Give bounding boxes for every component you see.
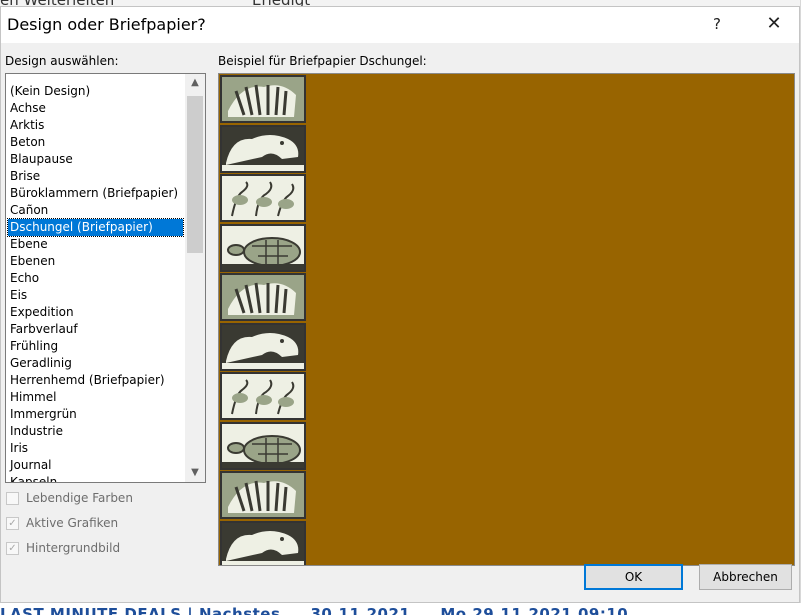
- help-button[interactable]: ?: [701, 7, 733, 43]
- design-list-item[interactable]: Cañon: [8, 202, 183, 219]
- turtle-tile-icon: [220, 223, 306, 272]
- design-list-item[interactable]: Dschungel (Briefpapier): [7, 218, 184, 237]
- hippo-tile-icon: [220, 520, 306, 565]
- scroll-down-arrow-icon[interactable]: ▼: [185, 464, 205, 482]
- zebra-tile-icon: [220, 273, 306, 321]
- design-listbox[interactable]: (Kein Design) Achse Arktis Beton Blaupause Br…: [5, 73, 206, 483]
- hippo-tile-icon: [220, 322, 306, 371]
- dialog-title: Design oder Briefpapier?: [7, 15, 206, 34]
- design-list-item[interactable]: Blaupause: [8, 151, 183, 168]
- design-list-item[interactable]: Herrenhemd (Briefpapier): [8, 372, 183, 389]
- lebendige-farben-box[interactable]: [6, 492, 19, 505]
- scroll-up-arrow-icon[interactable]: ▲: [185, 74, 205, 92]
- ok-button[interactable]: OK: [584, 564, 683, 590]
- jungle-border-strip: [220, 75, 306, 565]
- design-list-item[interactable]: Beton: [8, 134, 183, 151]
- design-list-item[interactable]: Iris: [8, 440, 183, 457]
- cancel-button[interactable]: Abbrechen: [699, 564, 792, 590]
- design-list-item[interactable]: Kapseln: [8, 474, 183, 482]
- design-list-item[interactable]: Immergrün: [8, 406, 183, 423]
- design-list-item[interactable]: Arktis: [8, 117, 183, 134]
- design-list-item[interactable]: Journal: [8, 457, 183, 474]
- design-list-item[interactable]: (Kein Design): [8, 83, 183, 100]
- design-list-label: Design auswählen:: [5, 54, 119, 68]
- design-list-item[interactable]: Eis: [8, 287, 183, 304]
- design-list-item[interactable]: Büroklammern (Briefpapier): [8, 185, 183, 202]
- design-list-item[interactable]: Brise: [8, 168, 183, 185]
- aktive-grafiken-label: Aktive Grafiken: [26, 516, 119, 530]
- design-list-item[interactable]: Geradlinig: [8, 355, 183, 372]
- close-icon: ✕: [766, 13, 782, 34]
- design-list-item[interactable]: Expedition: [8, 304, 183, 321]
- scrollbar-thumb[interactable]: [187, 96, 203, 253]
- help-icon: ?: [713, 15, 721, 33]
- background-mail-list: LAST MINUTE DEALS | Nachstes ... 30.11.2…: [0, 603, 811, 615]
- zebra-tile-icon: [220, 75, 306, 123]
- design-list-item[interactable]: Achse: [8, 100, 183, 117]
- background-mail-subject: LAST MINUTE DEALS | Nachstes ... 30.11.2…: [0, 605, 629, 615]
- aktive-grafiken-box[interactable]: ✓: [6, 517, 19, 530]
- flamingos-tile-icon: [220, 372, 306, 420]
- turtle-tile-icon: [220, 421, 306, 470]
- hintergrundbild-label: Hintergrundbild: [26, 541, 121, 555]
- design-list-item[interactable]: Frühling: [8, 338, 183, 355]
- stationery-preview: [218, 73, 795, 566]
- design-list-item[interactable]: Industrie: [8, 423, 183, 440]
- design-list-scrollbar[interactable]: ▲ ▼: [185, 74, 205, 482]
- design-list-item[interactable]: Farbverlauf: [8, 321, 183, 338]
- design-list-item[interactable]: Himmel: [8, 389, 183, 406]
- hippo-tile-icon: [220, 124, 306, 173]
- preview-label: Beispiel für Briefpapier Dschungel:: [218, 54, 427, 68]
- design-dialog: Design oder Briefpapier? ? ✕ Design ausw…: [0, 6, 800, 603]
- lebendige-farben-label: Lebendige Farben: [26, 491, 133, 505]
- hintergrundbild-box[interactable]: ✓: [6, 542, 19, 555]
- design-list-item[interactable]: Echo: [8, 270, 183, 287]
- flamingos-tile-icon: [220, 174, 306, 222]
- close-button[interactable]: ✕: [753, 7, 795, 43]
- design-list-item[interactable]: Ebenen: [8, 253, 183, 270]
- dialog-titlebar: Design oder Briefpapier? ? ✕: [1, 7, 799, 43]
- background-window-edge: [800, 0, 811, 615]
- zebra-tile-icon: [220, 471, 306, 519]
- design-list-item[interactable]: Ebene: [8, 236, 183, 253]
